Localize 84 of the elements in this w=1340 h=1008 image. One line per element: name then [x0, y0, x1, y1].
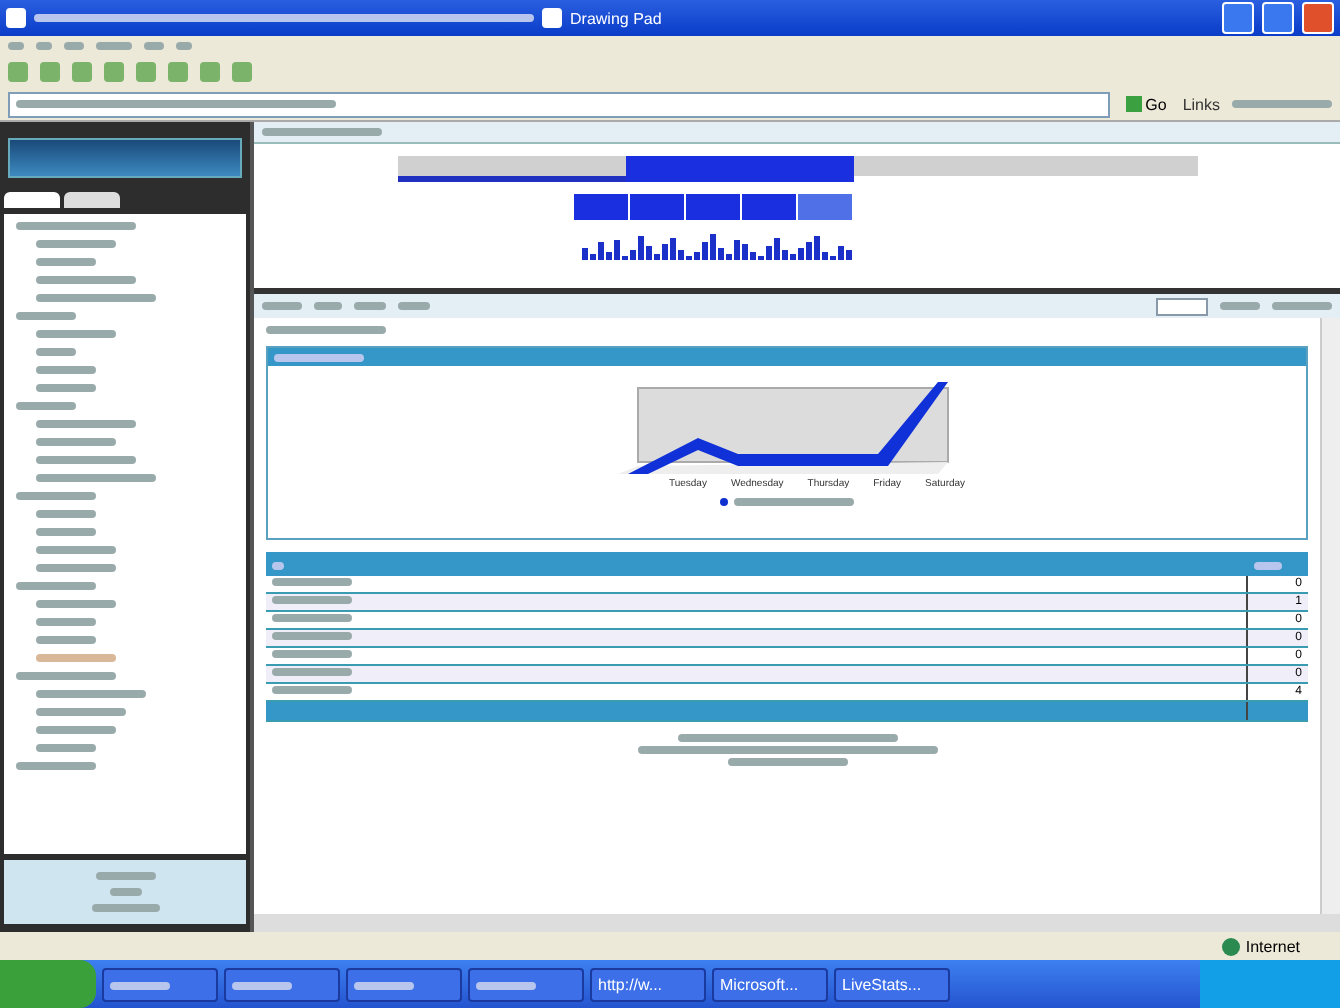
taskbar-button[interactable] — [224, 967, 340, 1001]
illegible-text — [36, 546, 116, 554]
go-button[interactable]: Go — [1121, 95, 1171, 113]
illegible-text — [16, 762, 96, 770]
illegible-text — [272, 614, 352, 622]
illegible-text — [36, 384, 96, 392]
illegible-text — [36, 726, 116, 734]
illegible-text — [272, 668, 352, 676]
illegible-text — [398, 302, 430, 310]
search-field[interactable] — [1156, 297, 1208, 315]
links-label[interactable]: Links — [1182, 95, 1220, 113]
window-title: Drawing Pad — [570, 9, 662, 27]
illegible-text — [36, 528, 96, 536]
illegible-text — [734, 498, 854, 506]
vertical-scrollbar[interactable] — [1320, 318, 1340, 914]
illegible-text — [262, 302, 302, 310]
illegible-text — [727, 758, 847, 766]
close-button[interactable] — [1302, 2, 1334, 34]
illegible-text — [1232, 100, 1332, 108]
start-button[interactable] — [0, 960, 96, 1008]
illegible-text — [96, 42, 132, 50]
illegible-text — [36, 456, 136, 464]
maximize-button[interactable] — [1262, 2, 1294, 34]
illegible-text — [272, 632, 352, 640]
illegible-text — [1253, 561, 1281, 569]
illegible-text — [354, 981, 414, 989]
illegible-text — [16, 402, 76, 410]
illegible-text — [314, 302, 342, 310]
illegible-text — [36, 258, 96, 266]
illegible-text — [354, 302, 386, 310]
illegible-text — [232, 981, 292, 989]
illegible-text — [36, 600, 116, 608]
illegible-text — [36, 654, 116, 662]
illegible-text — [16, 312, 76, 320]
taskbar-button[interactable] — [468, 967, 584, 1001]
illegible-text — [272, 686, 352, 694]
taskbar-button[interactable]: Microsoft... — [712, 967, 828, 1001]
illegible-text — [1220, 302, 1260, 310]
illegible-text — [476, 981, 536, 989]
illegible-text — [110, 981, 170, 989]
illegible-text — [36, 348, 76, 356]
status-zone: Internet — [1245, 937, 1300, 955]
illegible-text — [36, 618, 96, 626]
illegible-text — [36, 366, 96, 374]
illegible-text — [16, 492, 96, 500]
taskbar-button[interactable] — [346, 967, 462, 1001]
illegible-text — [262, 128, 382, 136]
system-tray — [1200, 960, 1340, 1008]
illegible-text — [36, 240, 116, 248]
illegible-text — [36, 636, 96, 644]
legend-marker — [720, 498, 728, 506]
illegible-text — [272, 650, 352, 658]
address-field[interactable] — [8, 91, 1110, 117]
illegible-text — [91, 904, 159, 912]
illegible-text — [36, 690, 146, 698]
illegible-text — [272, 596, 352, 604]
taskbar-button[interactable]: LiveStats... — [834, 967, 950, 1001]
horizontal-scrollbar[interactable] — [254, 914, 1340, 932]
sidebar-tab[interactable] — [64, 192, 120, 208]
illegible-text — [36, 510, 96, 518]
illegible-text — [36, 744, 96, 752]
illegible-text — [272, 578, 352, 586]
taskbar-button[interactable] — [102, 967, 218, 1001]
illegible-text — [272, 561, 284, 569]
illegible-text — [274, 353, 364, 361]
illegible-text — [95, 872, 155, 880]
sidebar-tab[interactable] — [4, 192, 60, 208]
illegible-text — [16, 582, 96, 590]
illegible-text — [16, 672, 116, 680]
globe-icon — [1221, 937, 1240, 955]
illegible-text — [266, 326, 386, 334]
illegible-text — [36, 438, 116, 446]
illegible-text — [109, 888, 141, 896]
minimize-button[interactable] — [1222, 2, 1254, 34]
taskbar-button[interactable]: http://w... — [590, 967, 706, 1001]
illegible-text — [36, 708, 126, 716]
illegible-text — [36, 294, 156, 302]
illegible-text — [36, 564, 116, 572]
illegible-text — [36, 474, 156, 482]
illegible-text — [36, 330, 116, 338]
illegible-text — [16, 222, 136, 230]
illegible-text — [36, 420, 136, 428]
illegible-text — [1272, 302, 1332, 310]
illegible-text — [36, 276, 136, 284]
